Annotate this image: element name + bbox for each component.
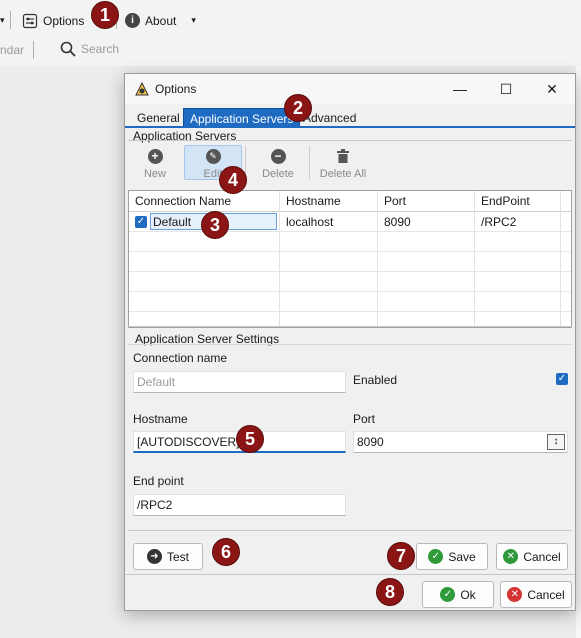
tab-general[interactable]: General [131, 108, 186, 128]
cancel-label: Cancel [527, 587, 565, 602]
endpoint-field[interactable]: /RPC2 [133, 494, 346, 516]
footer-divider [125, 574, 575, 575]
annotation-badge-7: 7 [387, 542, 415, 570]
servers-table: Connection Name Hostname Port EndPoint ✓… [128, 190, 572, 328]
minimize-button[interactable]: — [437, 74, 483, 104]
annotation-badge-2: 2 [284, 94, 312, 122]
toolbar-separator [33, 41, 34, 59]
maximize-button[interactable]: ☐ [483, 74, 529, 104]
row-enabled-checkbox[interactable]: ✓ [135, 216, 147, 228]
group-divider [128, 140, 572, 141]
app-logo-icon [135, 81, 149, 96]
title-bar: Options — ☐ ✕ [125, 74, 575, 104]
save-label: Save [448, 549, 476, 564]
options-menu-button[interactable]: Options [22, 13, 84, 29]
check-icon: ✓ [440, 587, 456, 602]
port-spinner-icon[interactable]: ↕ [547, 434, 565, 450]
check-icon: ✓ [428, 549, 444, 564]
port-value: 8090 [357, 435, 384, 449]
options-dialog: Options — ☐ ✕ General Application Server… [124, 73, 576, 611]
pencil-icon: ✎ [205, 149, 221, 164]
delete-label: Delete [262, 168, 294, 180]
tab-application-servers[interactable]: Application Servers [183, 108, 301, 128]
delete-all-label: Delete All [319, 168, 367, 180]
delete-all-button[interactable]: Delete All [315, 148, 371, 180]
options-icon [22, 13, 38, 29]
annotation-badge-1: 1 [91, 1, 119, 29]
group-divider [128, 344, 572, 345]
trash-icon [335, 148, 351, 164]
row-divider [129, 231, 571, 232]
test-label: Test [166, 549, 189, 564]
search-icon [60, 41, 76, 57]
info-icon: i [125, 13, 140, 28]
about-label: About [145, 13, 177, 28]
hostname-label: Hostname [133, 412, 188, 426]
enabled-label: Enabled [353, 373, 398, 387]
tool-separator [309, 146, 310, 180]
row-divider [129, 251, 571, 252]
annotation-badge-4: 4 [219, 166, 247, 194]
row-divider [129, 311, 571, 312]
calendar-button[interactable]: ndar [0, 43, 24, 57]
ok-button[interactable]: ✓ Ok [422, 581, 494, 608]
chevron-down-icon[interactable]: ▾ [0, 15, 8, 25]
column-header-hostname[interactable]: Hostname [286, 194, 341, 208]
endpoint-label: End point [133, 474, 184, 488]
toolbar-separator [10, 11, 11, 29]
tab-strip: General Application Servers Advanced [125, 106, 575, 128]
port-label: Port [353, 412, 376, 426]
options-label: Options [43, 14, 85, 28]
connection-name-field[interactable]: Default [133, 371, 346, 393]
column-header-endpoint[interactable]: EndPoint [481, 194, 530, 208]
connection-name-label: Connection name [133, 351, 228, 365]
annotation-badge-6: 6 [212, 538, 240, 566]
window-title: Options [155, 82, 197, 96]
close-circle-icon: ✕ [507, 587, 523, 602]
table-row[interactable]: ✓ Default localhost 8090 /RPC2 [129, 212, 571, 231]
background-panel [576, 66, 581, 638]
port-cell: 8090 [384, 215, 411, 229]
annotation-badge-3: 3 [201, 211, 229, 239]
cancel-settings-label: Cancel [523, 549, 561, 564]
row-divider [129, 271, 571, 272]
minus-circle-icon: − [270, 148, 286, 164]
app-toolbar: ▾ Options i About ▾ ndar Search [0, 0, 581, 66]
save-button[interactable]: ✓ Save [416, 543, 488, 570]
row-divider [129, 291, 571, 292]
chevron-down-icon: ▾ [191, 15, 196, 25]
plus-circle-icon: + [147, 148, 163, 164]
close-button[interactable]: ✕ [529, 74, 575, 104]
new-button[interactable]: + New [140, 148, 170, 180]
hostname-cell: localhost [286, 215, 334, 229]
search-button[interactable]: Search [60, 41, 119, 57]
column-header-connection-name[interactable]: Connection Name [135, 194, 231, 208]
endpoint-cell: /RPC2 [481, 215, 517, 229]
new-label: New [143, 168, 166, 180]
annotation-badge-5: 5 [236, 425, 264, 453]
port-field[interactable]: 8090 [353, 431, 568, 453]
group-divider [128, 326, 572, 327]
arrow-right-icon: ➜ [146, 549, 162, 564]
ok-label: Ok [460, 587, 476, 602]
cancel-button[interactable]: ✕ Cancel [500, 581, 572, 608]
cancel-settings-button[interactable]: ✕ Cancel [496, 543, 568, 570]
annotation-badge-8: 8 [376, 578, 404, 606]
tab-underline [125, 126, 575, 128]
about-menu-button[interactable]: i About ▾ [125, 13, 196, 28]
search-label: Search [81, 42, 120, 56]
close-circle-icon: ✕ [503, 549, 519, 564]
column-header-port[interactable]: Port [384, 194, 406, 208]
test-button[interactable]: ➜ Test [133, 543, 203, 570]
group-divider [128, 530, 572, 531]
enabled-checkbox[interactable]: ✓ [556, 373, 568, 385]
delete-button[interactable]: − Delete [259, 148, 297, 180]
